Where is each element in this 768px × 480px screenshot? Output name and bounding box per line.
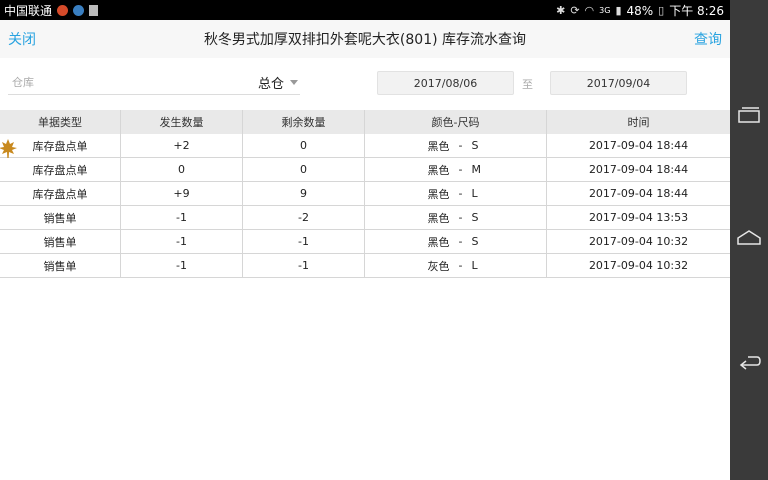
cell-remaining: 0 bbox=[243, 134, 365, 157]
cell-size: S bbox=[471, 139, 479, 152]
system-nav-bar bbox=[730, 0, 768, 480]
filter-row: 仓库 总仓 2017/08/06 至 2017/09/04 bbox=[0, 58, 730, 110]
title-bar: 关闭 秋冬男式加厚双排扣外套呢大衣(801) 库存流水查询 查询 bbox=[0, 20, 730, 59]
cell-remaining: 9 bbox=[243, 182, 365, 205]
cell-quantity: -1 bbox=[121, 230, 243, 253]
cell-time: 2017-09-04 10:32 bbox=[588, 235, 689, 248]
cell-doc-type: 销售单 bbox=[0, 254, 121, 277]
status-bar-right: ✱ ⟳ ◠ 3G ▮ 48% ▯ 下午 8:26 bbox=[556, 2, 724, 19]
header-remaining: 剩余数量 bbox=[243, 110, 365, 134]
sync-icon: ⟳ bbox=[570, 4, 580, 17]
warehouse-underline bbox=[8, 94, 300, 95]
inventory-flow-table: 单据类型 发生数量 剩余数量 颜色-尺码 时间 库存盘点单 +2 0 黑色 - … bbox=[0, 110, 730, 278]
cell-size: S bbox=[471, 211, 479, 224]
clock-label: 下午 8:26 bbox=[669, 4, 724, 18]
cell-size: M bbox=[471, 163, 482, 176]
cell-color: 黑色 bbox=[427, 235, 450, 249]
cell-time: 2017-09-04 18:44 bbox=[588, 163, 689, 176]
cell-quantity: 0 bbox=[121, 158, 243, 181]
cell-quantity: +2 bbox=[121, 134, 243, 157]
wifi-icon: ◠ bbox=[584, 4, 595, 17]
warehouse-select[interactable]: 总仓 bbox=[258, 73, 299, 92]
warehouse-value: 总仓 bbox=[258, 77, 285, 92]
cell-color: 黑色 bbox=[427, 187, 450, 201]
status-bar: 中国联通 ✱ ⟳ ◠ 3G ▮ 48% ▯ 下午 8:26 bbox=[0, 0, 730, 20]
recent-apps-icon bbox=[738, 107, 760, 123]
warehouse-label: 仓库 bbox=[12, 76, 34, 89]
back-icon bbox=[739, 356, 761, 370]
cell-separator: - bbox=[458, 139, 463, 152]
cell-doc-type: 销售单 bbox=[0, 230, 121, 253]
cell-remaining: 0 bbox=[243, 158, 365, 181]
bluetooth-icon: ✱ bbox=[556, 4, 566, 17]
cell-color: 黑色 bbox=[427, 163, 450, 177]
cell-size: S bbox=[471, 235, 479, 248]
cell-remaining: -1 bbox=[243, 230, 365, 253]
cell-quantity: +9 bbox=[121, 182, 243, 205]
cell-color: 灰色 bbox=[427, 259, 450, 273]
cell-separator: - bbox=[458, 259, 463, 272]
back-button[interactable] bbox=[730, 343, 768, 383]
cell-separator: - bbox=[458, 163, 463, 176]
status-bar-left: 中国联通 bbox=[4, 2, 99, 19]
cell-color: 黑色 bbox=[427, 139, 450, 153]
globe-icon bbox=[73, 5, 85, 16]
header-quantity: 发生数量 bbox=[121, 110, 243, 134]
table-row[interactable]: 销售单 -1 -1 黑色 - S 2017-09-04 10:32 bbox=[0, 230, 730, 254]
cell-color-size: 黑色 - S bbox=[365, 230, 547, 253]
battery-icon: ▯ bbox=[658, 4, 665, 17]
cell-quantity: -1 bbox=[121, 206, 243, 229]
recent-apps-button[interactable] bbox=[730, 95, 768, 135]
cell-color-size: 黑色 - M bbox=[365, 158, 547, 181]
cell-size: L bbox=[471, 259, 478, 272]
cell-time: 2017-09-04 13:53 bbox=[588, 211, 689, 224]
table-row[interactable]: 销售单 -1 -1 灰色 - L 2017-09-04 10:32 bbox=[0, 254, 730, 278]
cell-quantity: -1 bbox=[121, 254, 243, 277]
start-date-field[interactable]: 2017/08/06 bbox=[377, 71, 514, 95]
cell-color-size: 灰色 - L bbox=[365, 254, 547, 277]
cell-separator: - bbox=[458, 211, 463, 224]
cell-time: 2017-09-04 18:44 bbox=[588, 139, 689, 152]
table-row[interactable]: 销售单 -1 -2 黑色 - S 2017-09-04 13:53 bbox=[0, 206, 730, 230]
dropdown-caret-icon bbox=[290, 80, 299, 85]
cell-time: 2017-09-04 10:32 bbox=[588, 259, 689, 272]
image-icon bbox=[89, 5, 99, 16]
table-row[interactable]: 库存盘点单 +2 0 黑色 - S 2017-09-04 18:44 bbox=[0, 134, 730, 159]
cell-color: 黑色 bbox=[427, 211, 450, 225]
home-button[interactable] bbox=[730, 218, 768, 258]
table-row[interactable]: 库存盘点单 0 0 黑色 - M 2017-09-04 18:44 bbox=[0, 158, 730, 182]
notification-icon bbox=[57, 5, 69, 16]
signal-icon: ▮ bbox=[615, 4, 622, 17]
cell-size: L bbox=[471, 187, 478, 200]
cell-doc-type: 库存盘点单 bbox=[0, 158, 121, 181]
cell-separator: - bbox=[458, 235, 463, 248]
cell-separator: - bbox=[458, 187, 463, 200]
header-time: 时间 bbox=[627, 116, 650, 129]
cell-color-size: 黑色 - S bbox=[365, 134, 547, 157]
page-title: 秋冬男式加厚双排扣外套呢大衣(801) 库存流水查询 bbox=[203, 32, 527, 48]
cell-remaining: -1 bbox=[243, 254, 365, 277]
header-color-size: 颜色-尺码 bbox=[365, 110, 547, 134]
carrier-label: 中国联通 bbox=[4, 4, 53, 18]
cell-color-size: 黑色 - S bbox=[365, 206, 547, 229]
cell-doc-type: 库存盘点单 bbox=[0, 182, 121, 205]
cell-remaining: -2 bbox=[243, 206, 365, 229]
cell-color-size: 黑色 - L bbox=[365, 182, 547, 205]
table-row[interactable]: 库存盘点单 +9 9 黑色 - L 2017-09-04 18:44 bbox=[0, 182, 730, 206]
cell-time: 2017-09-04 18:44 bbox=[588, 187, 689, 200]
maple-leaf-icon bbox=[0, 139, 17, 159]
cell-doc-type: 库存盘点单 bbox=[0, 134, 121, 157]
home-icon bbox=[737, 230, 761, 245]
query-button[interactable]: 查询 bbox=[694, 29, 722, 49]
header-doc-type: 单据类型 bbox=[0, 110, 121, 134]
table-header: 单据类型 发生数量 剩余数量 颜色-尺码 时间 bbox=[0, 110, 730, 134]
battery-label: 48% bbox=[626, 3, 654, 18]
date-separator: 至 bbox=[522, 78, 533, 91]
network-type-label: 3G bbox=[599, 6, 611, 15]
cell-doc-type: 销售单 bbox=[0, 206, 121, 229]
end-date-field[interactable]: 2017/09/04 bbox=[550, 71, 687, 95]
